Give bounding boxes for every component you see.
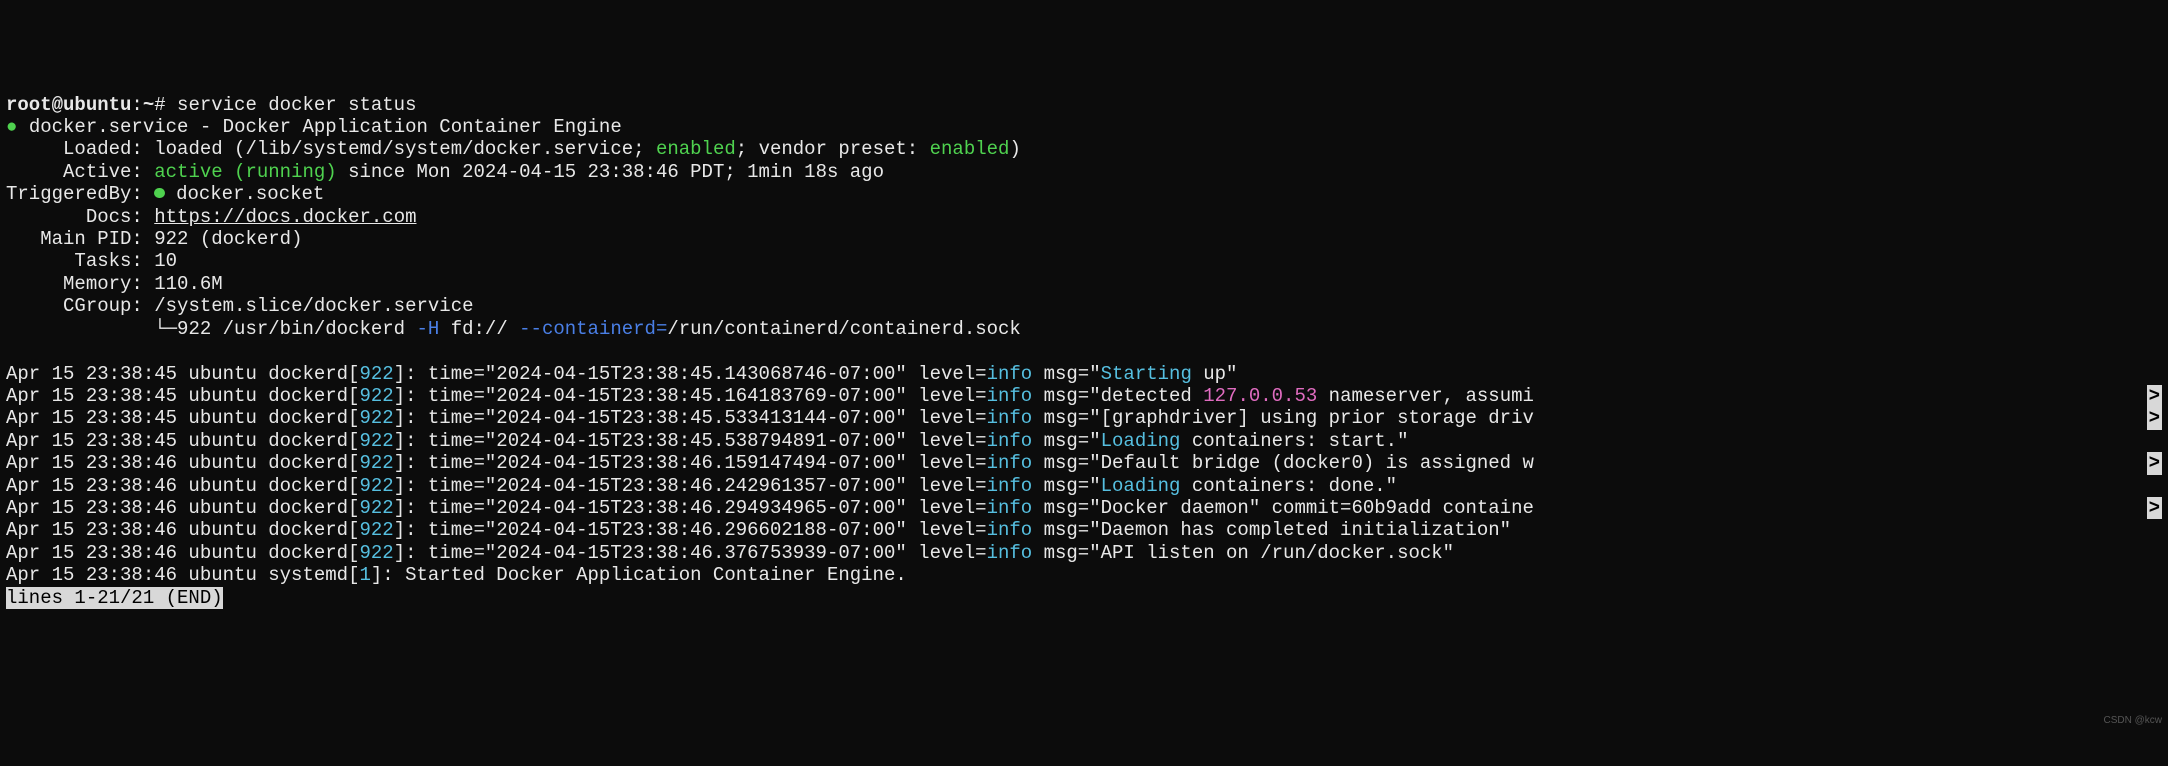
cmd-flag: --containerd=	[519, 318, 667, 340]
prompt: root@ubuntu:~#	[6, 94, 177, 116]
log-line: Apr 15 23:38:46 ubuntu dockerd[922]: tim…	[6, 475, 2162, 497]
triggered-label: TriggeredBy:	[6, 183, 143, 205]
prompt-user: root@ubuntu	[6, 94, 131, 116]
log-output: Apr 15 23:38:45 ubuntu dockerd[922]: tim…	[6, 363, 2162, 565]
watermark: CSDN @kcw	[2104, 715, 2163, 727]
active-since: since Mon 2024-04-15 23:38:46 PDT; 1min …	[337, 161, 884, 183]
status-bullet-icon: ●	[6, 116, 17, 138]
triggered-value: docker.socket	[165, 183, 325, 205]
log-line: Apr 15 23:38:45 ubuntu dockerd[922]: tim…	[6, 430, 2162, 452]
loaded-label: Loaded:	[63, 138, 143, 160]
command: service docker status	[177, 94, 416, 116]
truncation-marker-icon: >	[2147, 497, 2162, 519]
tasks-value: 10	[143, 250, 177, 272]
log-line: Apr 15 23:38:45 ubuntu dockerd[922]: tim…	[6, 407, 2162, 429]
log-line: Apr 15 23:38:46 ubuntu dockerd[922]: tim…	[6, 519, 2162, 541]
tasks-label: Tasks:	[74, 250, 142, 272]
tree-branch-icon: └─	[154, 318, 177, 340]
active-status: active (running)	[154, 161, 336, 183]
cmd-flag: -H	[417, 318, 440, 340]
systemd-log: Apr 15 23:38:46 ubuntu systemd	[6, 564, 348, 586]
socket-bullet-icon	[154, 188, 164, 198]
log-line: Apr 15 23:38:46 ubuntu dockerd[922]: tim…	[6, 542, 2162, 564]
mainpid-label: Main PID:	[40, 228, 143, 250]
log-line: Apr 15 23:38:46 ubuntu dockerd[922]: tim…	[6, 497, 2162, 519]
pager-status: lines 1-21/21 (END)	[6, 587, 223, 609]
cgroup-value: /system.slice/docker.service	[143, 295, 474, 317]
memory-label: Memory:	[63, 273, 143, 295]
terminal[interactable]: root@ubuntu:~# service docker status ● d…	[6, 94, 2162, 609]
cgroup-label: CGroup:	[63, 295, 143, 317]
service-desc: Docker Application Container Engine	[223, 116, 622, 138]
docs-label: Docs:	[86, 206, 143, 228]
truncation-marker-icon: >	[2147, 452, 2162, 474]
mainpid-value: 922 (dockerd)	[143, 228, 303, 250]
memory-value: 110.6M	[143, 273, 223, 295]
truncation-marker-icon: >	[2147, 385, 2162, 407]
log-line: Apr 15 23:38:45 ubuntu dockerd[922]: tim…	[6, 385, 2162, 407]
log-line: Apr 15 23:38:45 ubuntu dockerd[922]: tim…	[6, 363, 2162, 385]
truncation-marker-icon: >	[2147, 407, 2162, 429]
enabled-flag: enabled	[656, 138, 736, 160]
log-line: Apr 15 23:38:46 ubuntu dockerd[922]: tim…	[6, 452, 2162, 474]
active-label: Active:	[63, 161, 143, 183]
prompt-path: ~	[143, 94, 154, 116]
preset-flag: enabled	[930, 138, 1010, 160]
service-name: docker.service	[29, 116, 189, 138]
docs-link[interactable]: https://docs.docker.com	[154, 206, 416, 228]
